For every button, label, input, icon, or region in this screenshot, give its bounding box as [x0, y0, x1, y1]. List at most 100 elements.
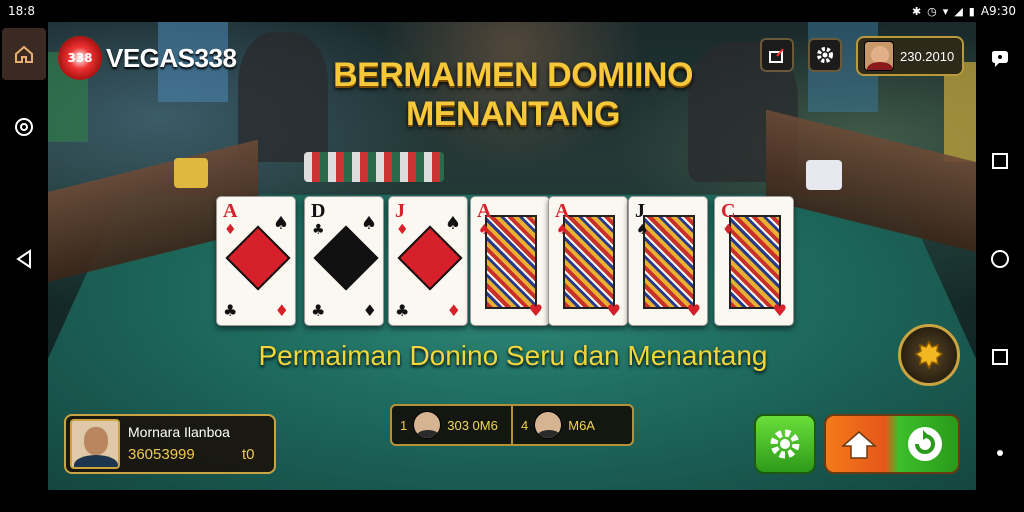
game-screen: 338 VEGAS338 BERMAIMEN DOMIINO MENANTANG… — [48, 22, 976, 490]
card-face-art — [643, 215, 695, 309]
card-rank: A — [223, 200, 238, 222]
subtitle: Permaiman Donino Seru dan Menantang — [258, 340, 768, 371]
card-face-art — [485, 215, 537, 309]
opponent-avatar — [413, 411, 442, 439]
back-button[interactable] — [0, 244, 48, 274]
back-icon — [16, 249, 31, 269]
status-bar: 18:8 ✱ ◷ ▾ ◢ ▮ A9:30 — [0, 0, 1024, 22]
card-rank: J — [395, 200, 405, 222]
playing-card[interactable]: J ♠ ♥ — [628, 196, 708, 326]
card-face-art — [729, 215, 781, 309]
card-suit-icon: ♥ — [606, 301, 621, 320]
status-time: 18:8 — [8, 4, 35, 18]
gold-gear-icon — [914, 340, 944, 370]
recents-button[interactable] — [976, 146, 1024, 176]
chip-stack — [174, 158, 208, 188]
player-coins: 36053999 — [128, 446, 195, 463]
opponent-score: M6A — [568, 417, 595, 433]
card-suit-icon: ♦ — [274, 301, 289, 320]
opponent-slot: 4 M6A — [511, 406, 632, 444]
card-suit-icon: ♣ — [312, 222, 325, 238]
card-suit-icon: ♠ — [636, 222, 649, 238]
circle-icon — [991, 250, 1009, 268]
card-suit-icon: ♠ — [556, 222, 569, 238]
card-suit-icon: ♦ — [362, 301, 377, 320]
gear-icon — [817, 47, 833, 63]
card-suit-icon: ♥ — [528, 301, 543, 320]
chip-stack — [806, 160, 842, 190]
playing-card[interactable]: A ♠ ♥ — [470, 196, 550, 326]
player-extra: t0 — [242, 446, 255, 463]
card-suit-icon: ♦ — [224, 222, 237, 238]
card-suit-icon: ♣ — [223, 301, 238, 320]
playing-card[interactable]: J ♦ ♠ ♣ ♦ — [388, 196, 468, 326]
page-title: BERMAIMEN DOMIINO MENANTANG — [333, 56, 693, 133]
player-avatar — [70, 419, 120, 469]
chat-button[interactable] — [976, 44, 1024, 74]
up-arrow-icon — [841, 431, 877, 459]
settings-top-button[interactable] — [808, 38, 842, 72]
logo-badge-icon: 338 — [58, 36, 102, 80]
card-rank: J — [635, 200, 645, 222]
card-suit-icon: ♠ — [272, 213, 289, 234]
wifi-icon: ▾ — [942, 4, 949, 18]
card-suit-icon: ♦ — [396, 222, 409, 238]
card-row: A ♦ ♠ ♣ ♦ D ♣ ♠ ♣ ♦ J ♦ ♠ ♣ ♦ A ♠ ♥ A ♠ ♥ J ♠ ♥ C ♦ ♥ — [216, 196, 812, 328]
signal-icon: ◢ — [954, 4, 963, 18]
record-icon — [15, 118, 33, 136]
record-button[interactable] — [0, 112, 48, 142]
opponent-slot: 1 303 0M6 — [392, 406, 511, 444]
player-info[interactable]: Mornara Ilanboa 36053999 t0 — [64, 414, 276, 474]
brand-logo[interactable]: 338 VEGAS338 — [58, 36, 237, 80]
card-rank: A — [477, 200, 492, 222]
profile-pill[interactable]: 230.2010 — [856, 36, 964, 76]
card-suit-icon: ♠ — [444, 213, 461, 234]
card-face-art — [563, 215, 615, 309]
dot-icon — [997, 450, 1003, 456]
chip-stack — [304, 152, 444, 182]
card-suit-icon: ♥ — [686, 301, 701, 320]
refresh-icon — [908, 427, 942, 461]
gear-icon — [770, 429, 800, 459]
opponent-score: 303 0M6 — [447, 417, 498, 433]
alarm-icon: ◷ — [927, 4, 937, 18]
chat-bubble-icon — [992, 51, 1008, 67]
card-suit-icon: ♣ — [395, 301, 410, 320]
opponent-index: 1 — [400, 417, 408, 433]
profile-balance: 230.2010 — [900, 48, 955, 64]
playing-card[interactable]: C ♦ ♥ — [714, 196, 794, 326]
card-rank: D — [311, 200, 326, 222]
left-nav-rail — [0, 22, 48, 512]
home-icon — [15, 45, 33, 63]
card-rank: C — [721, 200, 736, 222]
card-suit-icon: ♠ — [360, 213, 377, 234]
card-suit-icon: ♦ — [722, 222, 735, 238]
battery-icon: ▮ — [968, 4, 975, 18]
bonus-button[interactable] — [898, 324, 960, 386]
card-suit-icon: ♣ — [311, 301, 326, 320]
playing-card[interactable]: D ♣ ♠ ♣ ♦ — [304, 196, 384, 326]
card-suit-icon: ♠ — [478, 222, 491, 238]
card-rank: A — [555, 200, 570, 222]
logo-text: VEGAS338 — [106, 42, 237, 73]
opponents-scoreboard: 1 303 0M6 4 M6A — [390, 404, 634, 446]
bluetooth-icon: ✱ — [911, 4, 922, 18]
status-clock: A9:30 — [980, 4, 1016, 18]
home-button[interactable] — [2, 28, 46, 80]
settings-button[interactable] — [754, 414, 816, 474]
home-circle-button[interactable] — [976, 244, 1024, 274]
play-button[interactable] — [824, 414, 960, 474]
square-icon — [992, 349, 1008, 365]
avatar — [864, 41, 894, 71]
square-icon — [992, 153, 1008, 169]
playing-card[interactable]: A ♦ ♠ ♣ ♦ — [216, 196, 296, 326]
opponent-index: 4 — [521, 417, 529, 433]
opponent-avatar — [534, 411, 563, 439]
overview-button[interactable] — [976, 342, 1024, 372]
card-suit-icon: ♦ — [446, 301, 461, 320]
share-button[interactable] — [760, 38, 794, 72]
more-button[interactable] — [976, 438, 1024, 468]
share-icon — [769, 48, 784, 63]
player-name: Mornara Ilanboa — [128, 424, 230, 440]
playing-card[interactable]: A ♠ ♥ — [548, 196, 628, 326]
